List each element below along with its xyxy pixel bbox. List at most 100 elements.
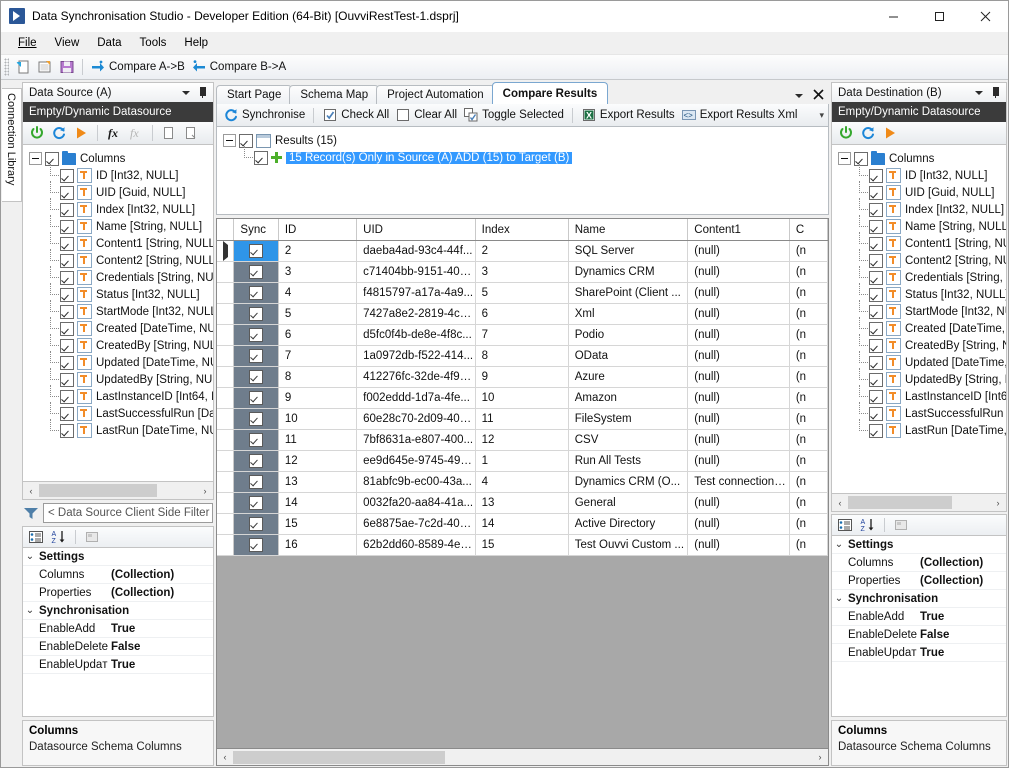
sync-checkbox-cell[interactable] — [233, 429, 279, 451]
cell-name[interactable]: CSV — [568, 429, 689, 451]
cell-id[interactable]: 5 — [278, 303, 358, 325]
cell-content2[interactable]: (n — [789, 366, 828, 388]
grid-header-uid[interactable]: UID — [356, 219, 476, 241]
cell-index[interactable]: 2 — [475, 240, 569, 262]
cell-content1[interactable]: (null) — [687, 387, 790, 409]
cell-name[interactable]: Dynamics CRM — [568, 261, 689, 283]
sync-checkbox[interactable] — [249, 496, 264, 510]
cell-index[interactable]: 7 — [475, 324, 569, 346]
save-project-button[interactable] — [56, 56, 78, 78]
cell-uid[interactable]: d5fc0f4b-de8e-4f8c... — [356, 324, 476, 346]
table-row[interactable]: 11 7bf8631a-e807-400... 12 CSV (null) (n — [217, 429, 828, 451]
sync-checkbox-cell[interactable] — [233, 345, 279, 367]
column-checkbox[interactable] — [60, 219, 74, 234]
cell-uid[interactable]: 6e8875ae-7c2d-406... — [356, 513, 476, 535]
cell-uid[interactable]: f002eddd-1d7a-4fe... — [356, 387, 476, 409]
cell-content2[interactable]: (n — [789, 387, 828, 409]
column-checkbox[interactable] — [869, 202, 883, 217]
menu-help[interactable]: Help — [175, 35, 217, 51]
cell-id[interactable]: 2 — [278, 240, 358, 262]
data-source-column-item[interactable]: Credentials [String, NU — [29, 266, 213, 286]
column-checkbox[interactable] — [869, 423, 883, 438]
cell-name[interactable]: FileSystem — [568, 408, 689, 430]
data-source-property-row[interactable]: EnableAdd True — [23, 620, 213, 638]
column-checkbox[interactable] — [60, 321, 74, 336]
cell-name[interactable]: Podio — [568, 324, 689, 346]
row-marker-cell[interactable] — [217, 303, 235, 325]
table-row[interactable]: 9 f002eddd-1d7a-4fe... 10 Amazon (null) (n — [217, 387, 828, 409]
cell-name[interactable]: Run All Tests — [568, 450, 689, 472]
data-destination-column-item[interactable]: Credentials [String, NU — [838, 266, 1006, 286]
table-row[interactable]: 8 412276fc-32de-4f99... 9 Azure (null) (n — [217, 366, 828, 388]
data-source-property-row[interactable]: EnableUpdaт True — [23, 656, 213, 674]
data-destination-column-item[interactable]: LastRun [DateTime, NL — [838, 419, 1006, 439]
dest-scroll-left-icon[interactable]: ‹ — [832, 495, 848, 510]
scroll-right-icon[interactable]: › — [197, 483, 213, 498]
cell-uid[interactable]: 1a0972db-f522-414... — [356, 345, 476, 367]
sync-checkbox[interactable] — [249, 307, 264, 321]
cell-content1[interactable]: (null) — [687, 408, 790, 430]
sync-checkbox-cell[interactable] — [233, 492, 279, 514]
row-marker-cell[interactable] — [217, 408, 235, 430]
data-destination-hscrollbar[interactable]: ‹ › — [831, 494, 1007, 512]
cell-uid[interactable]: 62b2dd60-8589-4e8... — [356, 534, 476, 556]
row-marker-cell[interactable] — [217, 450, 235, 472]
data-source-property-row[interactable]: EnableDeletе False — [23, 638, 213, 656]
data-source-column-item[interactable]: Status [Int32, NULL] — [29, 283, 213, 303]
categorized-view-icon[interactable] — [26, 528, 46, 546]
data-destination-property-row[interactable]: Properties (Collection) — [832, 572, 1006, 590]
sync-checkbox-cell[interactable] — [233, 303, 279, 325]
filter-funnel-icon[interactable] — [23, 506, 39, 520]
data-source-property-category[interactable]: ⌄ Synchronisation — [23, 602, 213, 620]
results-child-node[interactable]: 15 Record(s) Only in Source (A) ADD (15)… — [223, 146, 828, 166]
cell-id[interactable]: 14 — [278, 492, 358, 514]
power-icon[interactable] — [27, 124, 47, 142]
cell-uid[interactable]: 7bf8631a-e807-400... — [356, 429, 476, 451]
data-source-column-item[interactable]: UID [Guid, NULL] — [29, 181, 213, 201]
property-value[interactable]: (Collection) — [111, 569, 174, 581]
data-destination-column-item[interactable]: Status [Int32, NULL] — [838, 283, 1006, 303]
menu-file[interactable]: File — [9, 35, 46, 51]
data-source-column-item[interactable]: UpdatedBy [String, NUI — [29, 368, 213, 388]
table-row[interactable]: 5 7427a8e2-2819-4cb... 6 Xml (null) (n — [217, 303, 828, 325]
data-source-menu-icon[interactable] — [182, 90, 190, 95]
sync-checkbox-cell[interactable] — [233, 534, 279, 556]
column-checkbox[interactable] — [60, 355, 74, 370]
cell-name[interactable]: OData — [568, 345, 689, 367]
dest-tree-root-node[interactable]: Columns — [838, 150, 1006, 167]
data-source-property-row[interactable]: Columns (Collection) — [23, 566, 213, 584]
cell-content2[interactable]: (n — [789, 282, 828, 304]
cell-name[interactable]: General — [568, 492, 689, 514]
column-checkbox[interactable] — [60, 185, 74, 200]
compare-b-to-a-button[interactable]: Compare B->A — [188, 56, 289, 78]
tab-list-chevron-down-icon[interactable] — [795, 93, 803, 98]
table-row[interactable]: 4 f4815797-a17a-4a9... 5 SharePoint (Client… — [217, 282, 828, 304]
table-row[interactable]: 15 6e8875ae-7c2d-406... 14 Active Directory… — [217, 513, 828, 535]
dest-refresh-icon[interactable] — [858, 124, 878, 142]
dest-scroll-thumb[interactable] — [848, 496, 952, 509]
row-marker-cell[interactable] — [217, 387, 235, 409]
column-checkbox[interactable] — [869, 321, 883, 336]
cell-id[interactable]: 3 — [278, 261, 358, 283]
cell-uid[interactable]: c71404bb-9151-40d... — [356, 261, 476, 283]
dest-power-icon[interactable] — [836, 124, 856, 142]
data-source-column-item[interactable]: LastSuccessfulRun [Dat — [29, 402, 213, 422]
dest-scroll-right-icon[interactable]: › — [990, 495, 1006, 510]
data-destination-pin-icon[interactable] — [990, 87, 1000, 98]
cell-index[interactable]: 6 — [475, 303, 569, 325]
cell-index[interactable]: 11 — [475, 408, 569, 430]
column-checkbox[interactable] — [869, 253, 883, 268]
data-destination-property-category[interactable]: ⌄ Synchronisation — [832, 590, 1006, 608]
sync-checkbox[interactable] — [249, 328, 264, 342]
cell-index[interactable]: 13 — [475, 492, 569, 514]
data-destination-column-item[interactable]: StartMode [Int32, NULL — [838, 300, 1006, 320]
column-checkbox[interactable] — [60, 236, 74, 251]
tab-project-automation[interactable]: Project Automation — [376, 85, 495, 104]
dest-root-checkbox[interactable] — [854, 151, 868, 166]
refresh-icon[interactable] — [49, 124, 69, 142]
sync-checkbox[interactable] — [249, 412, 264, 426]
sync-checkbox[interactable] — [249, 244, 264, 258]
cell-index[interactable]: 5 — [475, 282, 569, 304]
cell-content1[interactable]: (null) — [687, 534, 790, 556]
cell-content1[interactable]: (null) — [687, 240, 790, 262]
